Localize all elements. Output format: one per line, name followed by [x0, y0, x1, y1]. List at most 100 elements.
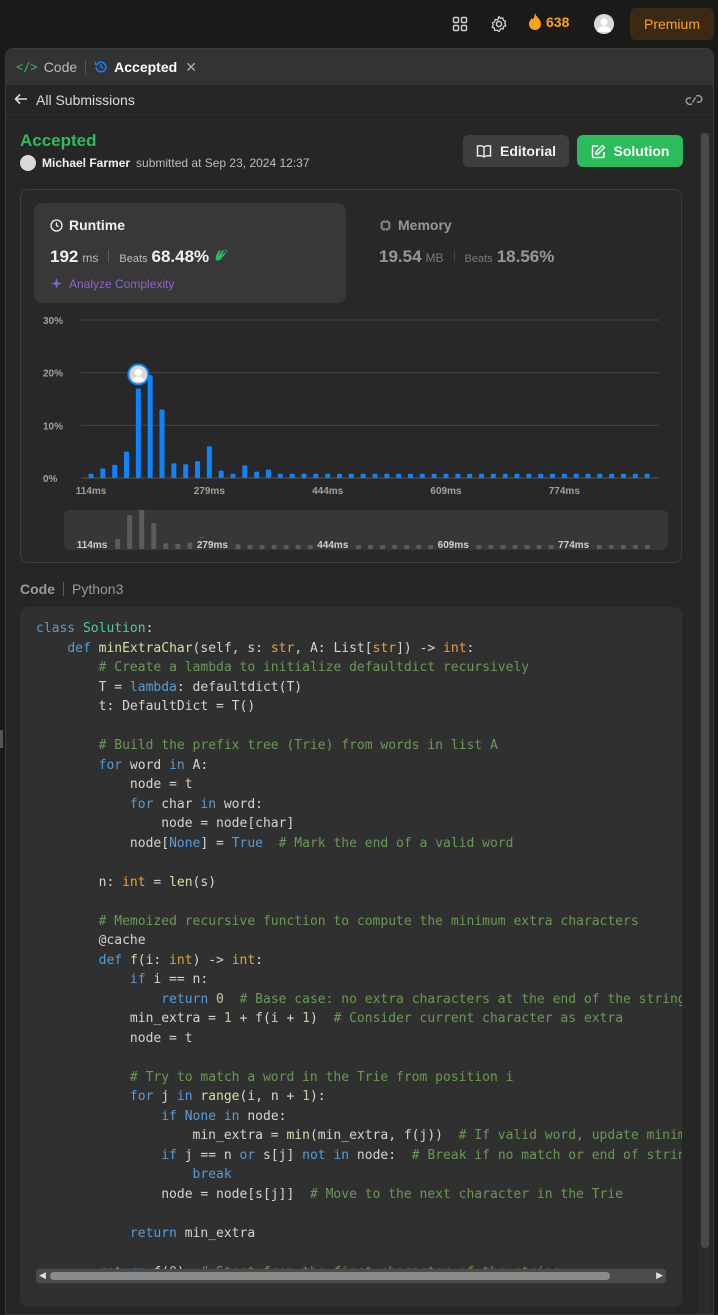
- minimap-bar: [620, 545, 626, 549]
- sparkle-icon: [51, 277, 62, 289]
- chart-bar: [242, 465, 248, 478]
- minimap-bar: [536, 545, 542, 549]
- minimap-bar: [259, 545, 265, 549]
- resize-handle[interactable]: [0, 730, 3, 748]
- memory-value: 19.54 MB Beats 18.56%: [379, 247, 554, 267]
- streak-counter[interactable]: 638: [528, 13, 569, 30]
- chart-range-slider[interactable]: 114ms 279ms 444ms 609ms 774ms: [64, 510, 668, 550]
- minimap-bar: [271, 545, 277, 549]
- minimap-tick-label: 279ms: [197, 540, 229, 550]
- scroll-left-icon[interactable]: ◀: [39, 1270, 46, 1281]
- source-code[interactable]: class Solution: def minExtraChar(self, s…: [36, 619, 682, 1282]
- memory-beats-label: Beats: [464, 253, 493, 265]
- gear-icon[interactable]: [489, 14, 509, 34]
- scrollbar-thumb[interactable]: [50, 1272, 610, 1280]
- edit-icon: [591, 144, 605, 158]
- chart-bar: [467, 473, 473, 478]
- chart-bar: [135, 388, 141, 478]
- chart-bar: [218, 470, 224, 478]
- minimap-bar: [608, 545, 614, 549]
- minimap-bar: [428, 545, 434, 549]
- history-icon: [94, 61, 107, 73]
- chart-minimap[interactable]: 114ms 279ms 444ms 609ms 774ms: [64, 510, 668, 550]
- chart-bar: [171, 463, 177, 478]
- close-icon[interactable]: ✕: [185, 59, 197, 76]
- minimap-bar: [476, 545, 482, 549]
- minimap-bar: [392, 545, 398, 549]
- horizontal-scrollbar[interactable]: ◀ ▶: [36, 1269, 666, 1283]
- chart-bar: [159, 409, 165, 478]
- tab-code[interactable]: </> Code: [16, 59, 77, 75]
- memory-number: 19.54: [379, 247, 422, 266]
- minimap-bar: [163, 543, 169, 549]
- submission-status: Accepted: [20, 131, 97, 150]
- code-viewer[interactable]: class Solution: def minExtraChar(self, s…: [20, 607, 682, 1307]
- vertical-scrollbar[interactable]: [699, 133, 711, 1314]
- chart-bar: [112, 464, 118, 478]
- chart-bar: [206, 446, 212, 478]
- tab-bar: </> Code Accepted ✕: [6, 49, 713, 85]
- solution-button[interactable]: Solution: [577, 135, 683, 167]
- minimap-bar: [247, 545, 253, 549]
- all-submissions-link[interactable]: All Submissions: [36, 92, 135, 108]
- minimap-bar: [139, 510, 145, 549]
- code-language: Python3: [72, 581, 124, 597]
- y-tick-label: 20%: [43, 369, 63, 380]
- tab-accepted[interactable]: Accepted ✕: [94, 59, 197, 76]
- chart-bar: [325, 473, 331, 478]
- minimap-bar: [235, 544, 241, 549]
- memory-label-text: Memory: [398, 217, 452, 233]
- chart-bar: [597, 473, 603, 478]
- minimap-bar: [416, 545, 422, 549]
- chip-icon: [380, 219, 391, 231]
- divider: [63, 582, 64, 596]
- minimap-bar: [404, 545, 410, 549]
- tab-accepted-label: Accepted: [114, 59, 178, 75]
- memory-beats-value: 18.56%: [496, 247, 555, 266]
- scrollbar-thumb[interactable]: [701, 133, 709, 1248]
- submission-panel: </> Code Accepted ✕ All Submissions Acce…: [5, 48, 714, 1315]
- runtime-beats-label: Beats: [119, 253, 148, 265]
- memory-unit: MB: [425, 251, 444, 265]
- chart-bar: [526, 473, 532, 478]
- chart-bar: [609, 473, 615, 478]
- chart-bar: [254, 471, 260, 478]
- chart-bar: [301, 473, 307, 478]
- analyze-complexity-link[interactable]: Analyze Complexity: [50, 277, 174, 291]
- chart-bar: [396, 473, 402, 478]
- chart-bar: [561, 473, 567, 478]
- minimap-bar: [488, 545, 494, 549]
- memory-label: Memory: [379, 217, 452, 233]
- chart-bar: [348, 473, 354, 478]
- premium-button[interactable]: Premium: [630, 8, 714, 40]
- runtime-distribution-chart[interactable]: 30% 20% 10% 0% 114ms 279ms 444ms 609ms 774ms: [35, 310, 675, 500]
- minimap-bar: [295, 545, 301, 549]
- chart-bar: [479, 473, 484, 478]
- tab-code-label: Code: [43, 59, 78, 75]
- code-label: Code: [20, 581, 55, 597]
- chart-bar: [277, 473, 283, 478]
- user-name[interactable]: Michael Farmer: [42, 156, 130, 170]
- minimap-bar: [632, 545, 638, 549]
- x-tick-label: 279ms: [194, 486, 226, 497]
- minimap-bar: [187, 542, 193, 549]
- chart-bar: [230, 473, 236, 478]
- editorial-label: Editorial: [499, 143, 556, 159]
- scroll-right-icon[interactable]: ▶: [656, 1270, 663, 1281]
- runtime-card[interactable]: Runtime 192 ms Beats 68.48% Analyze Comp…: [34, 203, 346, 303]
- chart-bar: [88, 473, 94, 478]
- minimap-tick-label: 444ms: [317, 540, 349, 550]
- arrow-left-icon[interactable]: [14, 92, 28, 108]
- chart-bar: [384, 473, 390, 478]
- tab-divider: [85, 60, 87, 74]
- link-icon[interactable]: [685, 93, 703, 110]
- streak-count: 638: [546, 13, 570, 30]
- runtime-label: Runtime: [50, 217, 125, 233]
- chart-bar: [538, 473, 544, 478]
- x-tick-label: 444ms: [312, 486, 344, 497]
- editorial-button[interactable]: Editorial: [463, 135, 569, 167]
- memory-card[interactable]: Memory 19.54 MB Beats 18.56%: [373, 203, 673, 303]
- avatar[interactable]: [594, 14, 614, 34]
- x-tick-label: 774ms: [549, 486, 581, 497]
- panel-layout-icon[interactable]: [450, 14, 470, 34]
